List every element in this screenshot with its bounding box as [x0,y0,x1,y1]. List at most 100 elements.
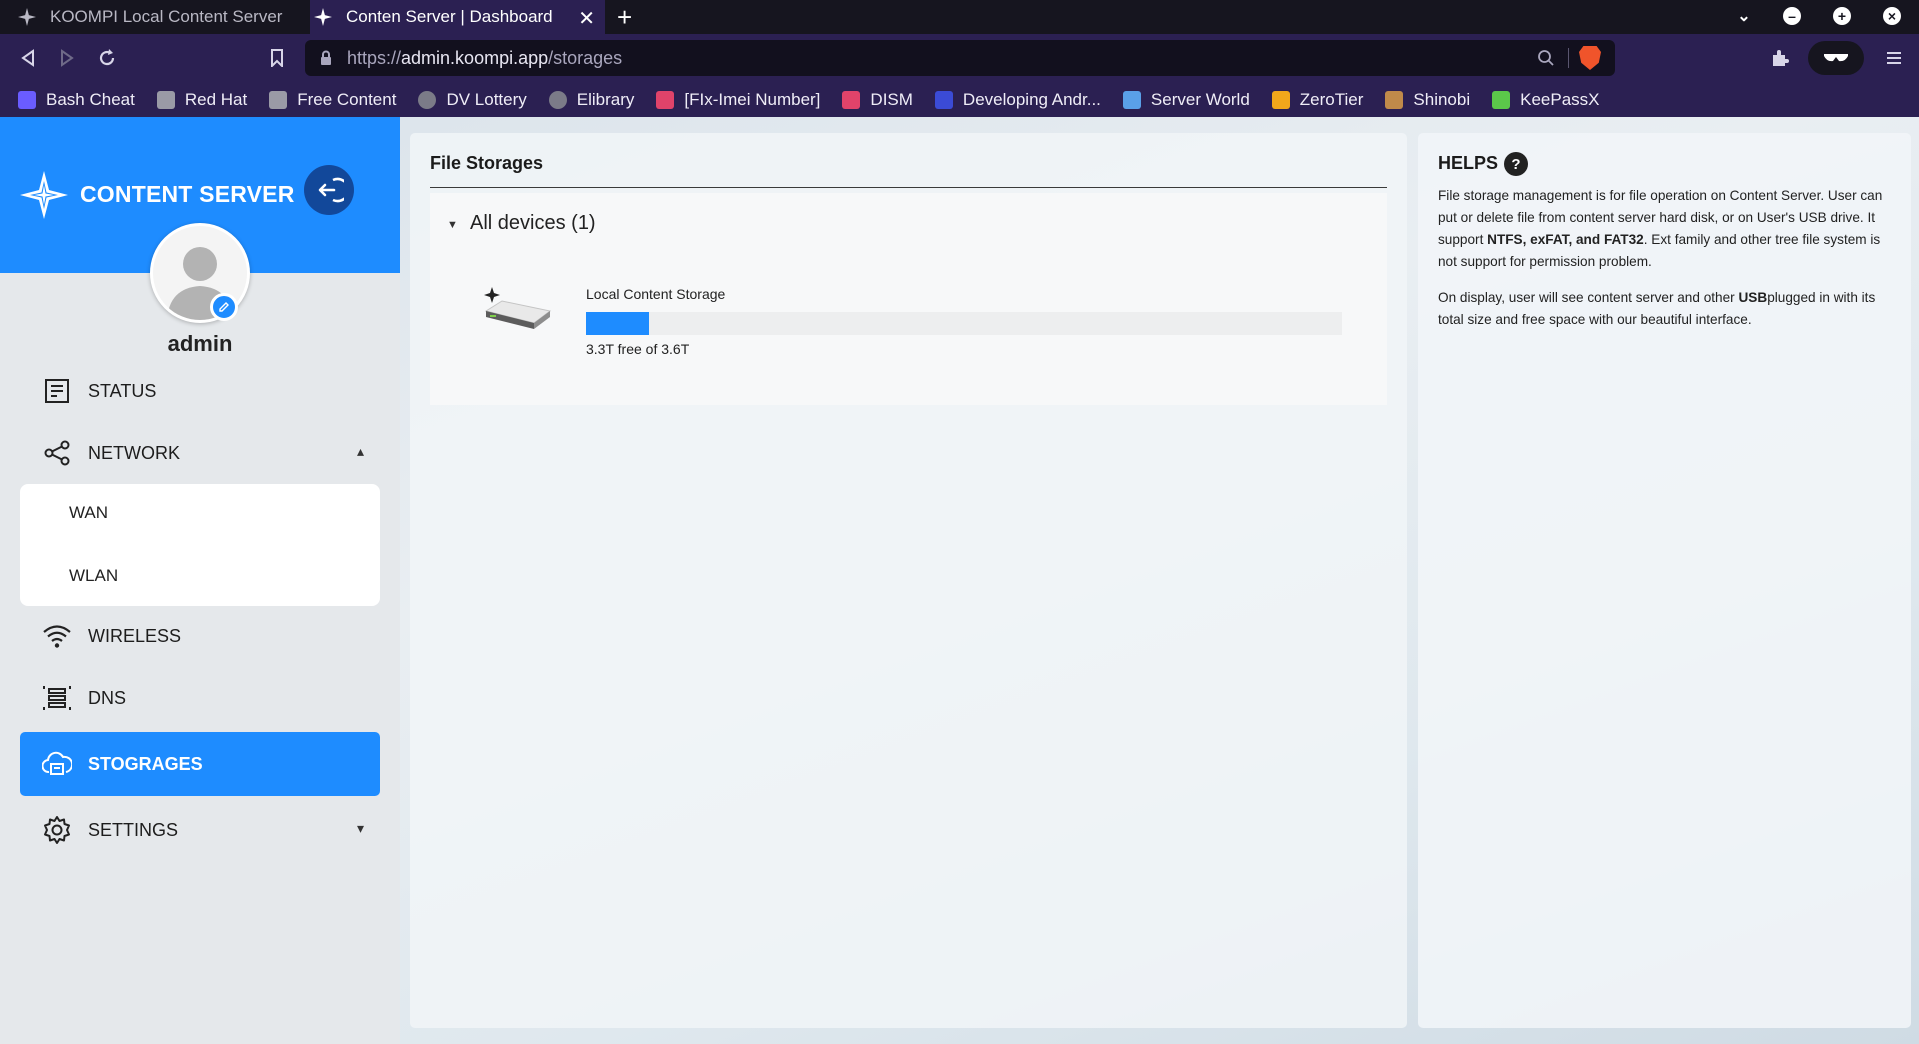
folder-icon [269,91,288,109]
sidebar: CONTENT SERVER admin STATUS NETWORK ▴ WA… [0,117,400,1044]
username: admin [167,331,233,356]
menu-icon[interactable] [1880,44,1908,72]
bookmark-favicon-icon [656,91,675,109]
help-panel: HELPS ? File storage management is for f… [1418,133,1911,1028]
bookmark-bash-cheat[interactable]: Bash Cheat [18,90,135,110]
minimize-icon[interactable]: – [1783,7,1801,25]
bookmark-label: DV Lottery [446,90,527,109]
browser-toolbar: https://admin.koompi.app/storages [0,34,1919,83]
nav-dns[interactable]: DNS [20,672,380,724]
logout-icon [318,177,344,203]
reload-icon[interactable] [93,44,121,72]
bookmark-elibrary[interactable]: Elibrary [548,90,635,110]
address-bar[interactable]: https://admin.koompi.app/storages [305,40,1615,76]
bookmark-favicon-icon [1271,91,1290,109]
bookmark-free-content[interactable]: Free Content [269,90,396,110]
bookmark-label: Developing Andr... [962,90,1101,109]
zoom-search-icon[interactable] [1537,49,1555,72]
bookmark-label: Elibrary [576,90,635,109]
bookmark-label: ZeroTier [1299,90,1364,109]
title-divider [430,187,1387,188]
storage-free-text: 3.3T free of 3.6T [586,341,690,357]
globe-icon [548,91,567,109]
nav-status[interactable]: STATUS [20,365,380,417]
content-server-logo-icon [20,171,68,219]
folder-icon [156,91,175,109]
bookmark-label: Red Hat [184,90,248,109]
url-divider [1568,48,1569,68]
bookmark-label: Bash Cheat [46,90,135,109]
help-title: HELPS [1438,153,1499,173]
nav-label: STATUS [88,380,157,401]
bookmark-server-world[interactable]: Server World [1122,90,1250,110]
bookmark-favicon-icon [934,91,953,109]
close-window-icon[interactable]: × [1883,7,1901,25]
bookmark-label: Shinobi [1413,90,1471,109]
wifi-icon [42,621,72,651]
chevron-up-icon: ▴ [356,443,364,459]
network-submenu: WAN WLAN [20,484,380,606]
forward-icon[interactable] [53,44,81,72]
tab-koompi-local[interactable]: KOOMPI Local Content Server [18,0,308,34]
bookmark-fix-imei[interactable]: [FIx-Imei Number] [656,90,820,110]
bookmark-favicon-icon [1492,91,1511,109]
globe-icon [418,91,437,109]
nav-settings[interactable]: SETTINGS ▾ [20,804,380,856]
storage-name: Local Content Storage [586,286,726,302]
tab-title: Conten Server | Dashboard [346,7,553,26]
hard-drive-icon[interactable] [480,281,552,333]
chevron-down-icon: ▾ [356,820,364,836]
bookmark-red-hat[interactable]: Red Hat [156,90,248,110]
nav-label: DNS [88,687,127,708]
extensions-icon[interactable] [1766,44,1794,72]
storage-usage-fill [586,312,649,335]
lock-icon [320,50,332,71]
nav-network[interactable]: NETWORK ▴ [20,427,380,479]
nav-label: SETTINGS [88,819,179,840]
nav-wlan[interactable]: WLAN [69,566,118,586]
nav-storages[interactable]: STOGRAGES [20,732,380,796]
edit-icon [219,302,229,312]
bookmark-label: KeePassX [1520,90,1600,109]
bookmark-favicon-icon [1122,91,1141,109]
bookmark-label: DISM [870,90,913,109]
page-title: File Storages [430,153,544,173]
bookmark-icon[interactable] [263,44,291,72]
bookmark-dism[interactable]: DISM [842,90,913,110]
tab-list-chevron-icon[interactable]: ⌄ [1735,7,1753,25]
new-tab-button[interactable]: + [617,2,632,33]
devices-group-title[interactable]: All devices (1) [470,212,596,235]
logout-button[interactable] [304,165,354,215]
maximize-icon[interactable]: + [1833,7,1851,25]
nav-wireless[interactable]: WIRELESS [20,610,380,662]
bookmark-favicon-icon [1385,91,1404,109]
dns-server-icon [42,683,72,713]
file-storages-panel: File Storages ▼ All devices (1) Local Co… [410,133,1407,1028]
bookmark-label: Server World [1150,90,1250,109]
close-tab-icon[interactable]: ✕ [578,6,595,31]
devices-group: ▼ All devices (1) Local Content Storage … [430,193,1387,405]
cloud-storage-icon [42,749,72,779]
nav-wan[interactable]: WAN [69,503,108,523]
help-text-bold: USB [1738,290,1768,305]
tab-dashboard[interactable]: Conten Server | Dashboard ✕ [310,0,605,34]
help-text: On display, user will see content server… [1438,290,1739,305]
bookmark-label: Free Content [297,90,397,109]
caret-down-icon[interactable]: ▼ [447,219,458,231]
bookmark-shinobi[interactable]: Shinobi [1385,90,1470,110]
help-question-icon: ? [1504,152,1528,176]
nav-label: NETWORK [88,442,180,463]
brave-shield-icon[interactable] [1579,46,1601,70]
storage-usage-bar [586,312,1342,335]
bookmarks-bar: Bash Cheat Red Hat Free Content DV Lotte… [0,83,1919,117]
bookmark-developing-android[interactable]: Developing Andr... [934,90,1101,110]
bookmark-favicon-icon [18,91,36,109]
back-icon[interactable] [14,44,42,72]
bookmark-dv-lottery[interactable]: DV Lottery [418,90,527,110]
edit-avatar-button[interactable] [210,293,238,321]
brand-title: CONTENT SERVER [80,181,295,207]
profile-glasses-icon[interactable] [1808,41,1864,75]
bookmark-zerotier[interactable]: ZeroTier [1271,90,1364,110]
share-network-icon [42,438,72,468]
bookmark-keepassx[interactable]: KeePassX [1492,90,1600,110]
